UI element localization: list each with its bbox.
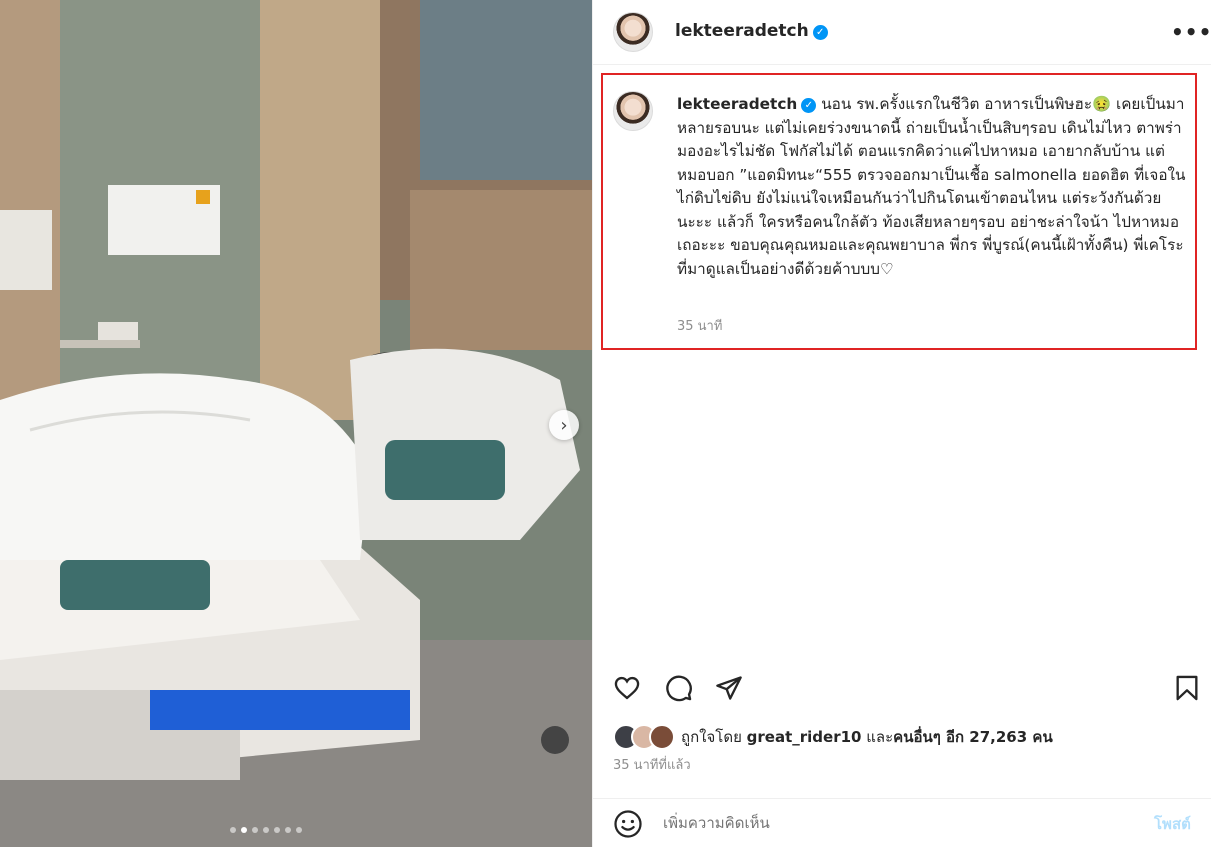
carousel-dot — [263, 827, 269, 833]
carousel-dot — [230, 827, 236, 833]
avatar[interactable] — [613, 12, 653, 52]
verified-icon: ✓ — [812, 25, 828, 40]
more-icon[interactable]: ••• — [1171, 20, 1211, 44]
caption-timestamp[interactable]: 35 นาที — [677, 315, 722, 336]
header-username[interactable]: lekteeradetch ✓ — [675, 21, 828, 41]
share-icon[interactable] — [715, 674, 743, 702]
likes-prefix: ถูกใจโดย — [681, 728, 747, 746]
carousel-dot — [296, 827, 302, 833]
carousel-dot — [285, 827, 291, 833]
post-photo: › — [0, 0, 592, 847]
carousel-indicator — [230, 827, 302, 833]
likes-text: ถูกใจโดย great_rider10 และคนอื่นๆ อีก 27… — [681, 725, 1053, 749]
post-comment-button[interactable]: โพสต์ — [1154, 812, 1191, 836]
verified-icon: ✓ — [801, 98, 817, 114]
likes-others-link[interactable]: คนอื่นๆ อีก 27,263 คน — [893, 728, 1053, 746]
carousel-dot — [252, 827, 258, 833]
hospital-bed-photo — [0, 0, 592, 847]
chevron-right-icon: › — [560, 414, 568, 436]
caption-avatar[interactable] — [613, 91, 653, 131]
likes-summary: ถูกใจโดย great_rider10 และคนอื่นๆ อีก 27… — [613, 722, 1053, 752]
post-side-panel: lekteeradetch ✓ ••• lekteeradetch ✓ นอน รพ… — [592, 0, 1211, 847]
comment-input[interactable] — [663, 809, 1133, 837]
action-bar — [593, 668, 1211, 708]
bookmark-icon[interactable] — [1173, 674, 1201, 702]
carousel-next-button[interactable]: › — [549, 410, 579, 440]
comment-bar: โพสต์ — [593, 798, 1211, 847]
heart-icon[interactable] — [613, 674, 641, 702]
caption: lekteeradetch ✓ นอน รพ.ครั้งแรกในชีวิต อา… — [677, 93, 1189, 281]
caption-body: นอน รพ.ครั้งแรกในชีวิต อาหารเป็นพิษฮะ🤢 เ… — [677, 95, 1186, 278]
header-username-text[interactable]: lekteeradetch — [675, 21, 809, 41]
caption-highlight: lekteeradetch ✓ นอน รพ.ครั้งแรกในชีวิต อา… — [601, 73, 1197, 350]
comment-icon[interactable] — [665, 674, 693, 702]
post-header: lekteeradetch ✓ ••• — [593, 0, 1211, 65]
carousel-dot-active — [241, 827, 247, 833]
post-timestamp[interactable]: 35 นาทีที่แล้ว — [613, 754, 691, 775]
likes-middle: และ — [861, 728, 894, 746]
carousel-dot — [274, 827, 280, 833]
liker-avatar[interactable] — [649, 724, 675, 750]
emoji-icon[interactable] — [613, 809, 643, 839]
caption-username[interactable]: lekteeradetch — [677, 95, 797, 113]
likes-user-link[interactable]: great_rider10 — [747, 728, 862, 746]
